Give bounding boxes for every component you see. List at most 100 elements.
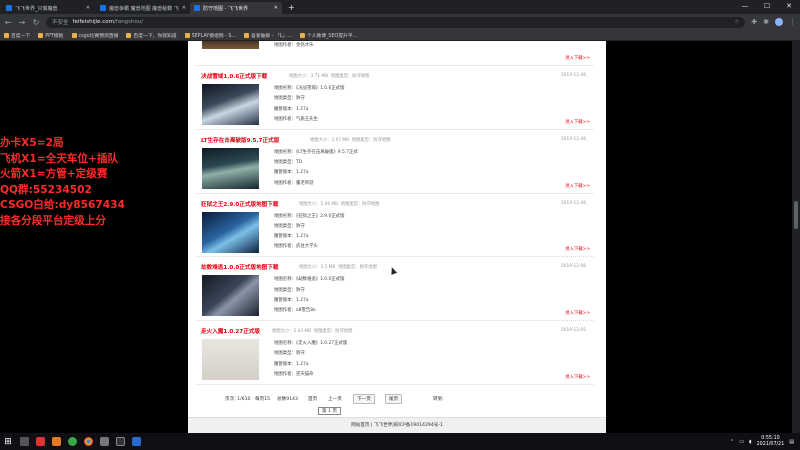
bookmark-item[interactable]: 百度一下 bbox=[4, 32, 30, 39]
meta-category[interactable]: 防守地图 bbox=[373, 138, 390, 143]
meta-category[interactable]: 防守地图 bbox=[352, 74, 369, 79]
volume-icon[interactable]: ◖ bbox=[749, 439, 752, 445]
prev-page-link[interactable]: 上一页 bbox=[328, 396, 342, 402]
download-link[interactable]: 进入下载>> bbox=[565, 119, 590, 125]
field-label: 地图类型： bbox=[274, 160, 296, 166]
field-value: 《决战雪域》1.0.6正式版 bbox=[295, 86, 345, 91]
app-red-icon[interactable] bbox=[32, 433, 48, 450]
bookmark-icon bbox=[126, 32, 132, 38]
maximize-button[interactable]: ☐ bbox=[756, 0, 778, 14]
extension-icon[interactable]: ✚ bbox=[751, 18, 757, 26]
field-value: o8警告8o bbox=[295, 308, 316, 314]
first-page-link[interactable]: 首页 bbox=[308, 396, 317, 402]
map-date: 2019-12-05 bbox=[561, 328, 586, 334]
new-tab-button[interactable]: + bbox=[282, 2, 301, 14]
next-page-button[interactable]: 下一页 bbox=[353, 394, 375, 404]
bookmark-item[interactable]: SEPLAY模组网 - S... bbox=[184, 32, 236, 39]
map-thumbnail[interactable] bbox=[202, 147, 259, 189]
bookmark-item[interactable]: 吾爱破解 - 「L」... bbox=[244, 32, 292, 39]
last-page-button[interactable]: 尾页 bbox=[385, 394, 403, 404]
map-thumbnail[interactable] bbox=[202, 339, 259, 381]
app-gray-icon[interactable] bbox=[96, 433, 112, 450]
total-count: 总数9143 bbox=[277, 397, 298, 402]
map-thumbnail[interactable] bbox=[202, 84, 259, 125]
windows-start-icon[interactable]: ⊞ bbox=[0, 433, 16, 450]
download-link[interactable]: 进入下载>> bbox=[565, 183, 590, 189]
download-link[interactable]: 进入下载>> bbox=[565, 310, 590, 316]
field-value: 1.27a bbox=[295, 170, 309, 176]
app-blue-icon[interactable] bbox=[128, 433, 144, 450]
security-indicator[interactable]: 不安全 bbox=[52, 18, 69, 26]
field-label: 地图作者： bbox=[274, 372, 296, 378]
meta-category[interactable]: 防守地图 bbox=[362, 202, 379, 207]
map-date: 2019-12-08 bbox=[561, 73, 586, 78]
tray-chevron-icon[interactable]: ⌃ bbox=[730, 439, 734, 445]
forward-button[interactable]: → bbox=[18, 18, 26, 27]
map-title-link[interactable]: 决战雪域1.0.6正式版下载 bbox=[201, 72, 267, 80]
field-type: 地图类型：防守 bbox=[274, 286, 344, 296]
app-green-icon[interactable] bbox=[64, 433, 80, 450]
field-env: 魔兽版本：1.27a bbox=[274, 105, 344, 115]
download-link[interactable]: 进入下载>> bbox=[565, 55, 590, 61]
page-scrollbar[interactable] bbox=[792, 41, 800, 433]
bookmark-label: PPT模板 bbox=[45, 33, 64, 39]
clock[interactable]: 0:55:10 2021/07/21 bbox=[757, 436, 785, 448]
notifications-icon[interactable]: ▤ bbox=[789, 439, 794, 445]
tab-1[interactable]: 飞飞世界_只做魔兽 ✕ bbox=[2, 2, 94, 14]
bookmark-item[interactable]: 百度一下，你就知道 bbox=[126, 32, 177, 39]
menu-icon[interactable]: ⋮ bbox=[789, 18, 796, 26]
field-label: 魔兽版本： bbox=[274, 297, 296, 303]
field-name: 地图名称：《LT生存在击离破版》9.5.7正式 bbox=[274, 148, 358, 158]
map-title-link[interactable]: 劫数难逃1.0.0正式版地图下载 bbox=[201, 263, 278, 271]
app-dark-icon[interactable] bbox=[112, 433, 128, 450]
network-icon[interactable]: ▭ bbox=[739, 439, 744, 445]
map-thumbnail[interactable] bbox=[202, 41, 259, 49]
site-footer[interactable]: 网站首页 | 飞飞世界|皖ICP备19014294号-1 bbox=[188, 417, 606, 433]
map-meta: 地图大小：2.07 MB 地图类型：防守地图 bbox=[310, 137, 390, 143]
download-link[interactable]: 进入下载>> bbox=[565, 374, 590, 380]
download-link[interactable]: 进入下载>> bbox=[565, 246, 590, 252]
meta-label: 地图类型： bbox=[340, 201, 363, 207]
reload-button[interactable]: ↻ bbox=[32, 18, 40, 27]
star-icon[interactable]: ☆ bbox=[734, 19, 739, 25]
map-title-link[interactable]: LT生存在击离破版9.5.7正式版 bbox=[201, 136, 279, 144]
app-orange-icon[interactable] bbox=[48, 433, 64, 450]
meta-label: 地图大小： bbox=[272, 329, 294, 335]
overlay-line: 接各分段平台定级上分 bbox=[0, 214, 106, 227]
field-author: 地图作者：董老师游 bbox=[274, 179, 358, 189]
profile-avatar[interactable] bbox=[775, 18, 783, 26]
map-title-link[interactable]: 走火入魔1.0.27正式版 bbox=[201, 327, 260, 335]
bookmark-icon bbox=[71, 32, 77, 38]
map-thumbnail[interactable] bbox=[202, 211, 259, 253]
meta-category[interactable]: 防守地图 bbox=[360, 265, 377, 270]
close-icon[interactable]: ✕ bbox=[86, 5, 90, 11]
tab-3[interactable]: 防守地图 - 飞飞世界 ✕ bbox=[190, 2, 282, 14]
close-icon[interactable]: ✕ bbox=[274, 5, 278, 11]
bookmark-item[interactable]: csgo比赛预测直播 bbox=[71, 32, 118, 39]
meta-category[interactable]: 防守地图 bbox=[335, 329, 352, 334]
map-title-link[interactable]: 狂狱之王2.9.0正式版地图下载 bbox=[201, 200, 278, 208]
back-button[interactable]: ← bbox=[4, 18, 12, 27]
bookmark-item[interactable]: PPT模板 bbox=[38, 32, 64, 39]
field-env: 魔兽版本：1.27a bbox=[274, 360, 347, 370]
close-icon[interactable]: ✕ bbox=[182, 5, 186, 11]
extensions-puzzle-icon[interactable]: ✱ bbox=[763, 18, 769, 26]
map-thumbnail[interactable] bbox=[202, 275, 259, 317]
scrollbar-thumb[interactable] bbox=[794, 201, 798, 229]
page-select[interactable]: 第 1 页 bbox=[318, 407, 342, 415]
minimize-button[interactable]: — bbox=[734, 0, 756, 14]
field-label: 地图作者： bbox=[274, 244, 296, 250]
system-tray: ⌃ ▭ ◖ 0:55:10 2021/07/21 ▤ bbox=[730, 436, 800, 448]
list-item: 地图作者：金铭才乐 进入下载>> bbox=[197, 41, 594, 66]
field-value: 逆天猫命 bbox=[295, 372, 314, 378]
field-name: 地图名称：《决战雪域》1.0.6正式版 bbox=[274, 84, 344, 94]
field-value: 气质王先生 bbox=[295, 116, 318, 122]
address-bar[interactable]: 不安全 feifeishijie.com/fangshou/ ☆ bbox=[46, 16, 746, 28]
task-view-icon[interactable] bbox=[16, 433, 32, 450]
tab-2[interactable]: 魔兽争霸 魔兽地图 魔兽秘籍 飞 ✕ bbox=[96, 2, 188, 14]
bookmark-item[interactable]: 个人微博_SEO提升平... bbox=[299, 32, 357, 39]
field-env: 魔兽版本：1.27a bbox=[274, 296, 344, 306]
map-fields: 地图名称：《狂狱之王》2.9.0正式版 地图类型：防守 魔兽版本：1.27a 地… bbox=[274, 212, 344, 253]
close-window-button[interactable]: ✕ bbox=[778, 0, 800, 14]
chrome-icon[interactable] bbox=[80, 433, 96, 450]
